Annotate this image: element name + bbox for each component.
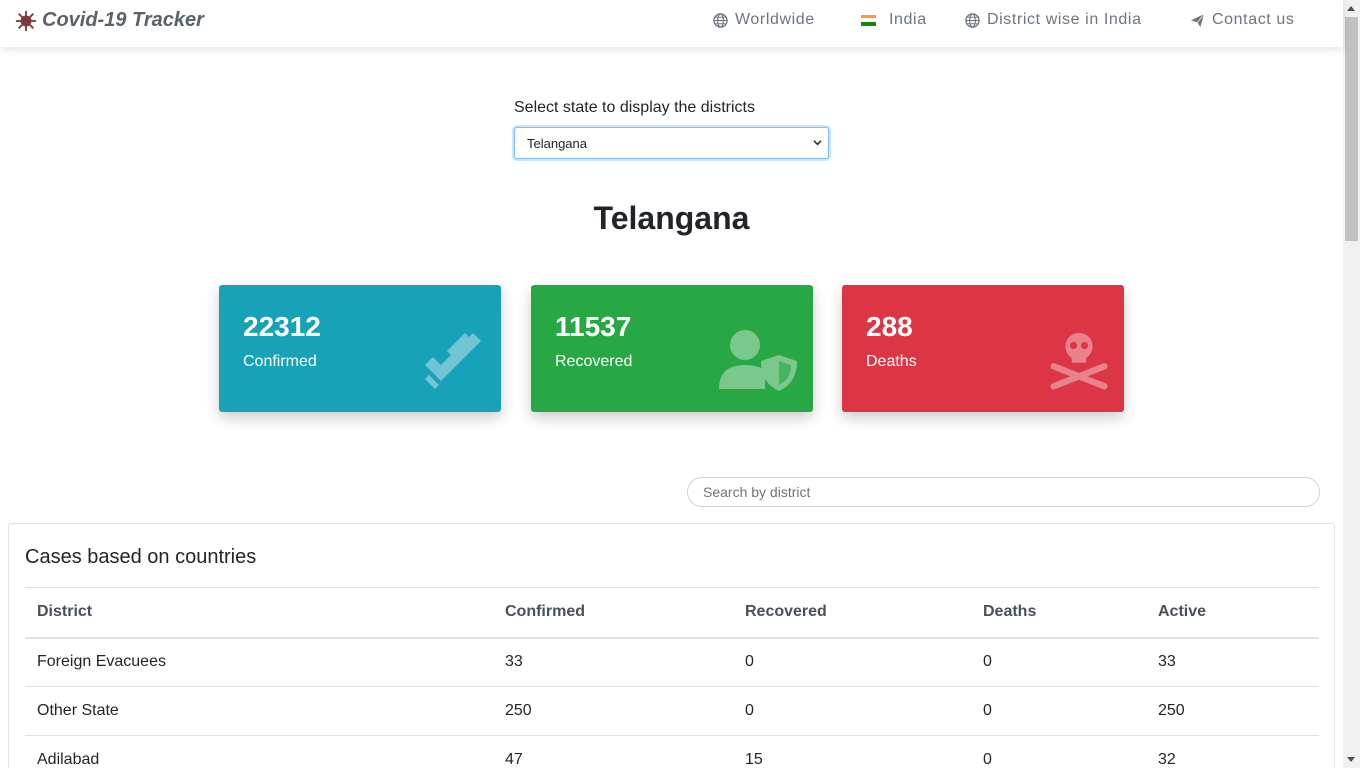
- cell-district: Other State: [25, 686, 493, 736]
- state-select-value: Telangana: [527, 136, 587, 151]
- recovered-card: 11537 Recovered: [531, 285, 813, 412]
- cell-recovered: 15: [733, 735, 971, 768]
- scroll-up-arrow-icon[interactable]: [1347, 6, 1355, 11]
- navbar: Covid-19 Tracker Worldwide India Distric…: [0, 0, 1343, 47]
- cell-recovered: 0: [733, 637, 971, 687]
- cell-confirmed: 33: [493, 637, 733, 687]
- header-district[interactable]: District: [25, 587, 493, 639]
- nav-district-wise-label: District wise in India: [987, 11, 1142, 28]
- cell-deaths: 0: [971, 735, 1146, 768]
- cell-confirmed: 47: [493, 735, 733, 768]
- globe-icon: [713, 12, 728, 28]
- state-title: Telangana: [593, 200, 750, 236]
- confirmed-card: 22312 Confirmed: [219, 285, 501, 412]
- globe-icon: [965, 12, 980, 28]
- recovered-label: Recovered: [555, 353, 633, 370]
- deaths-label: Deaths: [866, 353, 917, 370]
- deaths-card: 288 Deaths: [842, 285, 1124, 412]
- nav-district-wise[interactable]: District wise in India: [965, 11, 1142, 29]
- cell-active: 33: [1146, 637, 1319, 687]
- skull-crossbones-icon: [1050, 332, 1108, 390]
- table-header-row: District Confirmed Recovered Deaths Acti…: [25, 587, 1319, 639]
- page: Covid-19 Tracker Worldwide India Distric…: [0, 0, 1360, 768]
- table-row: Adilabad 47 15 0 32: [25, 735, 1319, 768]
- table-row: Foreign Evacuees 33 0 0 33: [25, 637, 1319, 687]
- scroll-down-arrow-icon[interactable]: [1347, 757, 1355, 762]
- chevron-down-icon: [813, 140, 822, 146]
- cell-confirmed: 250: [493, 686, 733, 736]
- page-scrollbar[interactable]: [1343, 0, 1360, 768]
- paper-plane-icon: [1190, 13, 1205, 27]
- virus-icon: [15, 10, 37, 31]
- table-title: Cases based on countries: [25, 546, 257, 568]
- brand-title: Covid-19 Tracker: [42, 9, 204, 31]
- cell-active: 32: [1146, 735, 1319, 768]
- table-row: Other State 250 0 0 250: [25, 686, 1319, 736]
- recovered-count: 11537: [555, 311, 632, 342]
- state-select-label: Select state to display the districts: [514, 99, 755, 116]
- header-deaths[interactable]: Deaths: [971, 587, 1146, 639]
- header-recovered[interactable]: Recovered: [733, 587, 971, 639]
- india-flag-icon: [861, 14, 876, 26]
- cell-deaths: 0: [971, 637, 1146, 687]
- header-confirmed[interactable]: Confirmed: [493, 587, 733, 639]
- nav-contact-label: Contact us: [1212, 11, 1295, 28]
- cell-deaths: 0: [971, 686, 1146, 736]
- districts-table-card: Cases based on countries District Confir…: [8, 523, 1335, 768]
- confirmed-label: Confirmed: [243, 353, 317, 370]
- nav-contact[interactable]: Contact us: [1190, 11, 1294, 29]
- cell-district: Foreign Evacuees: [25, 637, 493, 687]
- state-select[interactable]: Telangana: [514, 127, 829, 159]
- cell-district: Adilabad: [25, 735, 493, 768]
- nav-india-label: India: [889, 11, 927, 28]
- double-check-icon: [425, 333, 481, 389]
- nav-india[interactable]: India: [861, 11, 927, 29]
- user-shield-icon: [719, 330, 797, 391]
- confirmed-count: 22312: [243, 311, 321, 342]
- nav-worldwide[interactable]: Worldwide: [713, 11, 815, 29]
- cell-active: 250: [1146, 686, 1319, 736]
- scrollbar-thumb[interactable]: [1345, 17, 1358, 241]
- brand-link[interactable]: Covid-19 Tracker: [15, 9, 204, 32]
- district-search-input[interactable]: [687, 477, 1320, 507]
- cell-recovered: 0: [733, 686, 971, 736]
- nav-worldwide-label: Worldwide: [735, 11, 815, 28]
- deaths-count: 288: [866, 311, 913, 342]
- districts-table: District Confirmed Recovered Deaths Acti…: [25, 587, 1319, 768]
- header-active[interactable]: Active: [1146, 587, 1319, 639]
